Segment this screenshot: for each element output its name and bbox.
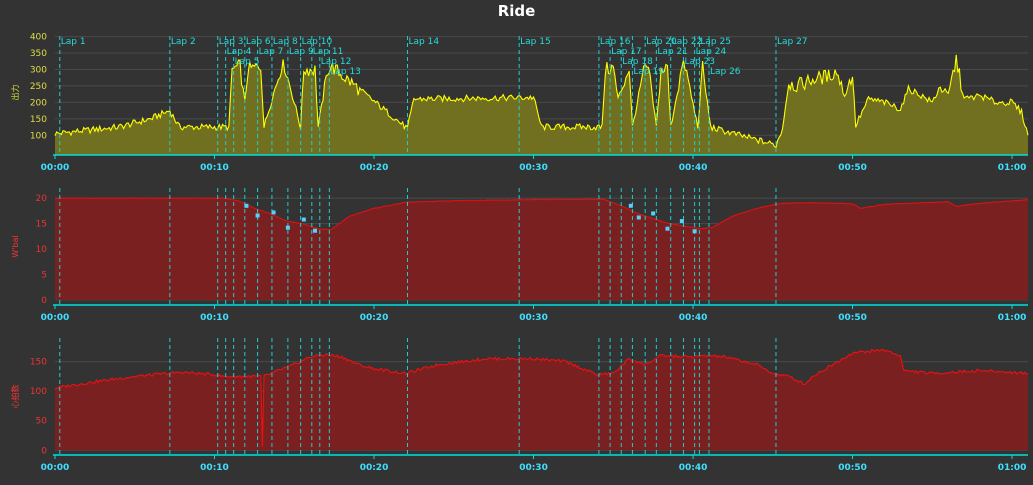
power-x-tick-label: 00:10: [200, 163, 229, 173]
lap-label: Lap 17: [611, 47, 642, 57]
lap-label: Lap 7: [259, 47, 284, 57]
lap-label: Lap 1: [61, 37, 86, 47]
lap-label: Lap 18: [622, 57, 653, 67]
heart_rate-x-tick-label: 00:20: [360, 463, 389, 473]
heart_rate-y-tick-label: 100: [30, 387, 47, 397]
power-x-tick-label: 00:20: [360, 163, 389, 173]
lap-label: Lap 24: [696, 47, 727, 57]
heart_rate-y-tick-label: 0: [41, 446, 47, 456]
lap-label: Lap 21: [657, 47, 688, 57]
lap-label: Lap 14: [409, 37, 440, 47]
heart_rate-y-axis-label: 心拍数: [10, 385, 20, 409]
lap-label: Lap 4: [227, 47, 252, 57]
lap-label: Lap 27: [777, 37, 808, 47]
power-x-tick-label: 00:40: [679, 163, 708, 173]
wbal-marker: [636, 215, 641, 220]
lap-label: Lap 16: [600, 37, 631, 47]
lap-label: Lap 10: [302, 37, 333, 47]
wbal-x-tick-label: 00:00: [41, 313, 70, 323]
power-y-tick-label: 350: [30, 49, 47, 59]
lap-label: Lap 6: [246, 37, 271, 47]
power-y-tick-label: 250: [30, 82, 47, 92]
wbal-marker: [301, 217, 306, 222]
heart_rate-area-fill: [55, 349, 1028, 451]
wbal-x-tick-label: 00:50: [838, 313, 867, 323]
wbal-marker: [244, 203, 249, 208]
power-y-tick-label: 150: [30, 115, 47, 125]
wbal-marker: [679, 219, 684, 224]
heart_rate-x-tick-label: 00:00: [41, 463, 70, 473]
lap-label: Lap 2: [171, 37, 196, 47]
heart_rate-x-tick-label: 00:50: [838, 463, 867, 473]
lap-label: Lap 19: [633, 67, 664, 77]
lap-label: Lap 8: [273, 37, 298, 47]
power-x-tick-label: 00:50: [838, 163, 867, 173]
wbal-x-tick-label: 00:10: [200, 313, 229, 323]
power-x-tick-label: 00:30: [519, 163, 548, 173]
lap-label: Lap 25: [700, 37, 731, 47]
lap-label: Lap 13: [330, 67, 361, 77]
power-y-tick-label: 300: [30, 65, 47, 75]
wbal-x-tick-label: 00:20: [360, 313, 389, 323]
wbal-x-tick-label: 01:00: [998, 313, 1027, 323]
lap-label: Lap 22: [672, 37, 703, 47]
wbal-x-tick-label: 00:40: [679, 313, 708, 323]
heart_rate-x-tick-label: 00:30: [519, 463, 548, 473]
lap-label: Lap 5: [235, 57, 260, 67]
wbal-y-tick-label: 15: [36, 220, 47, 230]
ride-chart: 00:00 00:10 00:20 00:30 00:40 00:50 01:0010015…: [10, 33, 1029, 473]
lap-label: Lap 3: [219, 37, 244, 47]
wbal-marker: [285, 225, 290, 230]
wbal-x-tick-label: 00:30: [519, 313, 548, 323]
lap-label: Lap 9: [289, 47, 314, 57]
wbal-y-tick-label: 0: [41, 296, 47, 306]
wbal-marker: [255, 213, 260, 218]
power-x-tick-label: 01:00: [998, 163, 1027, 173]
wbal-y-tick-label: 5: [41, 270, 47, 280]
ride-chart-stage: Ride 00:00 00:10 00:20 00:30 00:40 00:50 01:00…: [0, 0, 1033, 485]
wbal-marker: [312, 228, 317, 233]
wbal-marker: [665, 226, 670, 231]
wbal-area-fill: [55, 197, 1028, 300]
wbal-y-tick-label: 10: [36, 245, 48, 255]
heart_rate-y-tick-label: 50: [36, 417, 48, 427]
heart_rate-y-tick-label: 150: [30, 358, 47, 368]
lap-label: Lap 23: [684, 57, 715, 67]
wbal-marker: [692, 229, 697, 234]
lap-label: Lap 15: [520, 37, 551, 47]
lap-label: Lap 11: [313, 47, 344, 57]
power-y-axis-label: 出力: [10, 85, 20, 101]
heart_rate-x-tick-label: 00:40: [679, 463, 708, 473]
wbal-y-axis-label: W'bal: [11, 235, 20, 257]
power-y-tick-label: 400: [30, 33, 47, 43]
power-y-tick-label: 200: [30, 98, 47, 108]
power-y-tick-label: 100: [30, 131, 47, 141]
wbal-marker: [628, 203, 633, 208]
lap-label: Lap 26: [710, 67, 741, 77]
wbal-marker: [271, 210, 276, 215]
heart_rate-x-tick-label: 01:00: [998, 463, 1027, 473]
power-x-tick-label: 00:00: [41, 163, 70, 173]
wbal-y-tick-label: 20: [36, 194, 48, 204]
heart_rate-x-tick-label: 00:10: [200, 463, 229, 473]
wbal-marker: [651, 211, 656, 216]
lap-label: Lap 12: [321, 57, 352, 67]
